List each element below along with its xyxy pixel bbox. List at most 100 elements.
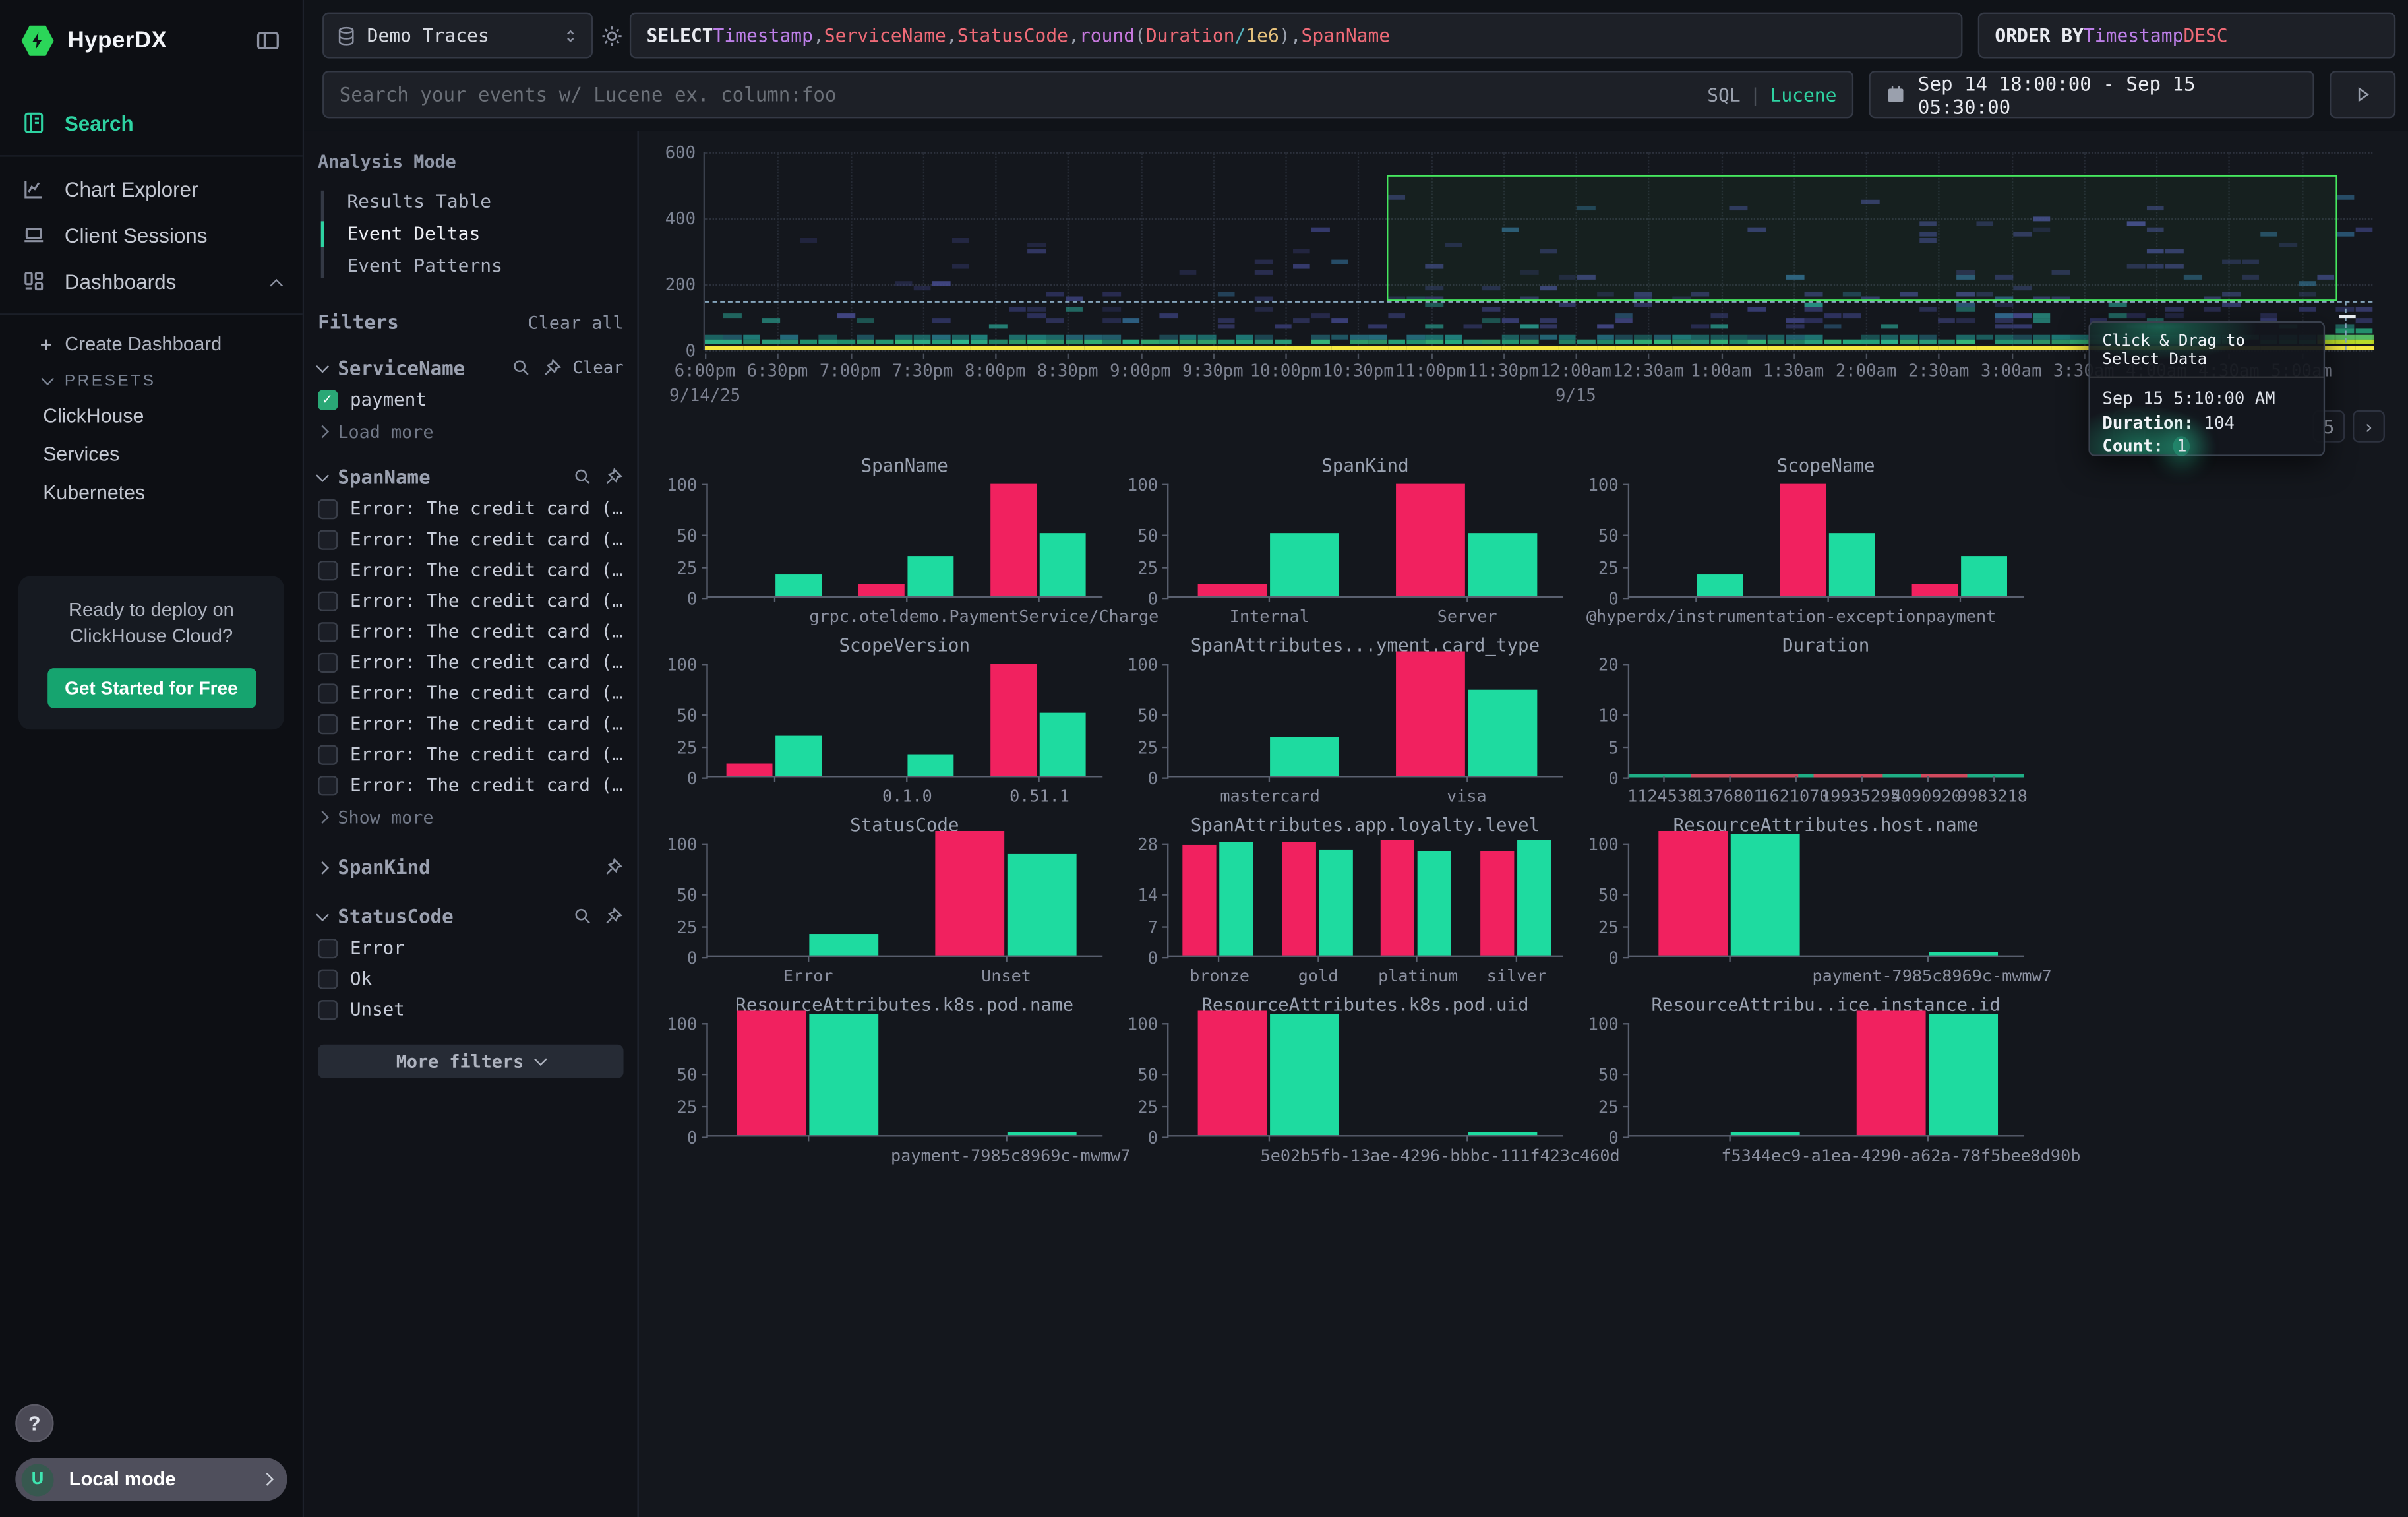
statuscode-option-error[interactable]: Error [318, 939, 623, 958]
heatmap-cell [1369, 324, 1387, 328]
clear-all-button[interactable]: Clear all [527, 311, 623, 333]
chart-plot[interactable]: 02550100f5344ec9-a1ea-4290-a62a-78f5bee8… [1628, 1023, 2024, 1136]
option-label: Error: The credit card (… [350, 499, 623, 519]
y-tick-label: 10 [1598, 706, 1619, 726]
preset-link-kubernetes[interactable]: Kubernetes [0, 473, 303, 511]
chart-plot[interactable]: 02550100mastercardvisa [1167, 664, 1563, 777]
servicename-option-payment[interactable]: payment [318, 390, 623, 410]
preset-link-services[interactable]: Services [0, 435, 303, 473]
nav-label: Client Sessions [65, 224, 281, 247]
sidebar-item-chart-explorer[interactable]: Chart Explorer [0, 166, 303, 212]
spanname-option-9[interactable]: Error: The credit card (… [318, 776, 623, 795]
heatmap-cell [1748, 340, 1766, 344]
heatmap-cell [1748, 345, 1768, 350]
next-page-button[interactable]: › [2353, 410, 2385, 443]
heatmap-cell [819, 340, 837, 344]
presets-toggle[interactable]: PRESETS [0, 364, 303, 396]
user-menu[interactable]: U Local mode [15, 1458, 287, 1501]
more-filters-button[interactable]: More filters [318, 1045, 623, 1078]
pin-icon[interactable] [603, 906, 623, 926]
sidebar-collapse-icon[interactable] [255, 28, 282, 54]
date-range-picker[interactable]: Sep 14 18:00:00 - Sep 15 05:30:00 [1869, 71, 2314, 118]
sidebar-item-search[interactable]: Search [0, 100, 303, 146]
spanname-option-1[interactable]: Error: The credit card (… [318, 530, 623, 550]
analysis-mode-option-results-table[interactable]: Results Table [321, 186, 624, 218]
statuscode-option-ok[interactable]: Ok [318, 970, 623, 989]
chart-plot[interactable]: 02550100grpc.oteldemo.PaymentService/Cha… [706, 484, 1102, 598]
spanname-option-2[interactable]: Error: The credit card (… [318, 561, 623, 580]
heatmap-cell [1255, 270, 1273, 274]
search-icon[interactable] [511, 358, 531, 378]
search-icon[interactable] [573, 467, 593, 487]
load-more-button[interactable]: Load more [318, 421, 623, 443]
heatmap-cell [1236, 334, 1254, 339]
checkbox[interactable] [318, 745, 338, 765]
analysis-mode-option-event-patterns[interactable]: Event Patterns [321, 251, 624, 283]
spankind-header[interactable]: SpanKind [318, 855, 623, 879]
create-dashboard-button[interactable]: + Create Dashboard [0, 324, 303, 364]
gear-icon[interactable] [593, 13, 630, 59]
spanname-option-8[interactable]: Error: The credit card (… [318, 745, 623, 765]
show-more-button[interactable]: Show more [318, 807, 623, 828]
sql-token: , [1290, 24, 1302, 46]
heatmap-cell [1217, 340, 1235, 344]
spanname-option-7[interactable]: Error: The credit card (… [318, 714, 623, 734]
checkbox[interactable] [318, 530, 338, 550]
sql-select-editor[interactable]: SELECT Timestamp, ServiceName, StatusCod… [630, 13, 1963, 59]
lucene-mode-button[interactable]: Lucene [1770, 84, 1837, 106]
checkbox[interactable] [318, 939, 338, 958]
checkbox[interactable] [318, 653, 338, 673]
pin-icon[interactable] [603, 467, 623, 487]
source-select[interactable]: Demo Traces [322, 13, 593, 59]
get-started-button[interactable]: Get Started for Free [47, 668, 256, 708]
chart-plot[interactable]: 02550100InternalServer [1167, 484, 1563, 598]
search-icon[interactable] [573, 906, 593, 926]
y-tick-label: 14 [1137, 885, 1158, 905]
pin-icon[interactable] [542, 358, 562, 378]
checkbox[interactable] [318, 683, 338, 703]
analysis-mode-option-event-deltas[interactable]: Event Deltas [321, 218, 624, 251]
checkbox[interactable] [318, 592, 338, 611]
pin-icon[interactable] [603, 857, 623, 877]
spanname-header[interactable]: SpanName [318, 466, 623, 489]
spanname-option-3[interactable]: Error: The credit card (… [318, 592, 623, 611]
order-by-editor[interactable]: ORDER BY Timestamp DESC [1978, 13, 2395, 59]
sidebar-item-client-sessions[interactable]: Client Sessions [0, 212, 303, 258]
servicename-header[interactable]: ServiceName Clear [318, 356, 623, 379]
chart-plot[interactable]: 02550100payment-7985c8969c-mwmw7 [1628, 844, 2024, 957]
heatmap-cell [1501, 319, 1519, 323]
chart-plot[interactable]: 025501005e02b5fb-13ae-4296-bbbc-111f423c… [1167, 1023, 1563, 1136]
preset-link-clickhouse[interactable]: ClickHouse [0, 396, 303, 435]
servicename-clear-button[interactable]: Clear [572, 358, 623, 378]
chart-plot[interactable]: 02550100@hyperdx/instrumentation-excepti… [1628, 484, 2024, 598]
search-input[interactable]: Search your events w/ Lucene ex. column:… [322, 71, 1853, 118]
spanname-option-0[interactable]: Error: The credit card (… [318, 499, 623, 519]
sql-mode-button[interactable]: SQL [1707, 84, 1741, 106]
chart-plot[interactable]: 0510201124538137680116210701993529540909… [1628, 664, 2024, 777]
help-button[interactable]: ? [15, 1404, 53, 1442]
spanname-option-4[interactable]: Error: The credit card (… [318, 622, 623, 642]
checkbox[interactable] [318, 714, 338, 734]
checkbox[interactable] [318, 776, 338, 795]
checkbox[interactable] [318, 499, 338, 519]
chart-plot[interactable]: 02550100payment-7985c8969c-mwmw7 [706, 1023, 1102, 1136]
sidebar-item-dashboards[interactable]: Dashboards [0, 258, 303, 304]
heatmap-x-tick [2084, 354, 2085, 359]
checkbox[interactable] [318, 1000, 338, 1020]
chart-plot[interactable]: 025501000.1.00.51.1 [706, 664, 1102, 777]
checkbox[interactable] [318, 622, 338, 642]
run-query-button[interactable] [2330, 71, 2395, 118]
checkbox-checked[interactable] [318, 390, 338, 410]
checkbox[interactable] [318, 970, 338, 989]
heatmap-cell [1729, 340, 1747, 344]
chart-plot[interactable]: 02550100ErrorUnset [706, 844, 1102, 957]
spanname-option-5[interactable]: Error: The credit card (… [318, 653, 623, 673]
chevron-down-icon [316, 908, 329, 921]
statuscode-header[interactable]: StatusCode [318, 905, 623, 928]
statuscode-option-unset[interactable]: Unset [318, 1000, 623, 1020]
spanname-option-6[interactable]: Error: The credit card (… [318, 683, 623, 703]
x-tick-mark [1728, 776, 1730, 782]
chart-plot[interactable]: 071428bronzegoldplatinumsilver [1167, 844, 1563, 957]
heatmap-selection-box[interactable] [1387, 175, 2338, 301]
checkbox[interactable] [318, 561, 338, 580]
